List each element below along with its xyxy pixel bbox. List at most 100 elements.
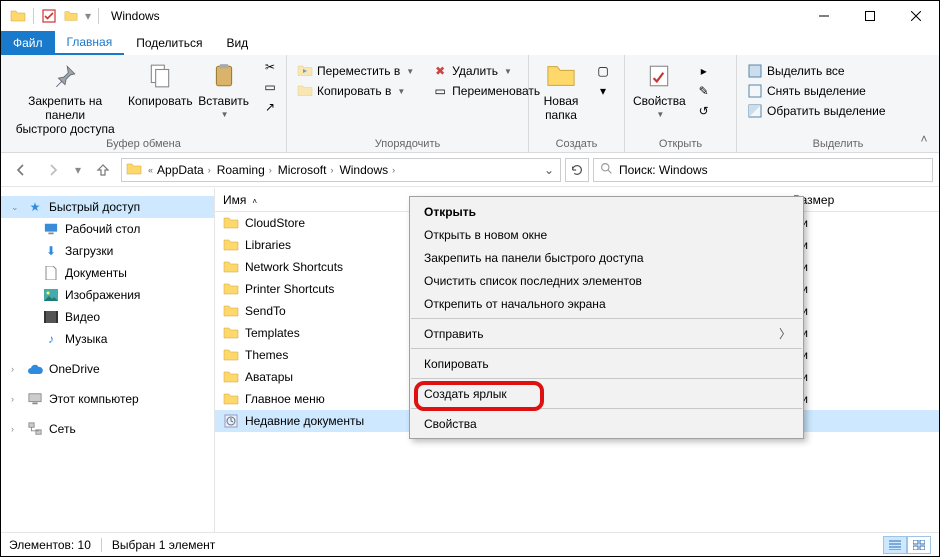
nav-documents[interactable]: Документы — [1, 262, 214, 284]
recent-dropdown[interactable]: ▾ — [71, 156, 85, 184]
rename-button: ▭Переименовать — [428, 82, 544, 100]
paste-icon — [208, 60, 240, 92]
download-icon: ⬇ — [43, 243, 59, 259]
new-item-button: ▢ — [591, 62, 615, 80]
nav-thispc[interactable]: ›Этот компьютер — [1, 388, 214, 410]
crumb-3[interactable]: Windows› — [337, 163, 397, 177]
refresh-button[interactable] — [565, 158, 589, 182]
easy-access-button: ▾ — [591, 82, 615, 100]
paste-button[interactable]: Вставить ▼ — [195, 58, 252, 122]
close-button[interactable] — [893, 1, 939, 31]
pin-icon — [49, 60, 81, 92]
ctx-pin-quick[interactable]: Закрепить на панели быстрого доступа — [410, 246, 803, 269]
folder-icon — [7, 5, 29, 27]
delete-icon: ✖ — [432, 63, 448, 79]
tab-file[interactable]: Файл — [1, 31, 55, 55]
up-button[interactable] — [89, 156, 117, 184]
minimize-button[interactable] — [801, 1, 847, 31]
crumb-0[interactable]: AppData› — [155, 163, 213, 177]
nav-downloads[interactable]: ⬇Загрузки — [1, 240, 214, 262]
nav-network[interactable]: ›Сеть — [1, 418, 214, 440]
ribbon-group-select: Выделить все Снять выделение Обратить вы… — [737, 55, 939, 152]
select-none-button[interactable]: Снять выделение — [743, 82, 890, 100]
paste-shortcut-button: ↗ — [258, 98, 282, 116]
status-bar: Элементов: 10 Выбран 1 элемент — [1, 532, 939, 556]
forward-button[interactable] — [39, 156, 67, 184]
copyto-icon — [297, 83, 313, 99]
view-large-button[interactable] — [907, 536, 931, 554]
crumb-1[interactable]: Roaming› — [215, 163, 274, 177]
pc-icon — [27, 391, 43, 407]
checkbox-icon[interactable] — [38, 5, 60, 27]
menu-bar: Файл Главная Поделиться Вид — [1, 31, 939, 55]
new-folder-button[interactable]: Новая папка — [533, 58, 589, 122]
search-icon — [600, 162, 613, 178]
copy-button[interactable]: Копировать — [125, 58, 195, 108]
folder-icon — [126, 161, 144, 179]
nav-pictures[interactable]: Изображения — [1, 284, 214, 306]
qat-dropdown-icon[interactable]: ▾ — [82, 5, 94, 27]
copy-to-button: Копировать в▼ — [293, 82, 418, 100]
ribbon-group-open: Свойства▼ ▸ ✎ ↺ Открыть — [625, 55, 737, 152]
shortcut-icon: ↗ — [262, 99, 278, 115]
ctx-create-shortcut[interactable]: Создать ярлык — [410, 382, 803, 405]
pin-to-quick-access-button[interactable]: Закрепить на панели быстрого доступа — [5, 58, 125, 136]
pictures-icon — [43, 287, 59, 303]
copy-label: Копировать — [128, 94, 193, 108]
new-folder-icon — [545, 60, 577, 92]
nav-quick-access[interactable]: ⌄★Быстрый доступ — [1, 196, 214, 218]
ctx-unpin-start[interactable]: Открепить от начального экрана — [410, 292, 803, 315]
rename-icon: ▭ — [432, 83, 448, 99]
ctx-open[interactable]: Открыть — [410, 200, 803, 223]
ribbon: Закрепить на панели быстрого доступа Коп… — [1, 55, 939, 153]
music-icon: ♪ — [43, 331, 59, 347]
edit-button: ✎ — [692, 82, 716, 100]
move-to-button: Переместить в▼ — [293, 62, 418, 80]
path-icon: ▭ — [262, 79, 278, 95]
status-count: Элементов: 10 — [9, 538, 91, 552]
properties-icon — [643, 60, 675, 92]
desktop-icon — [43, 221, 59, 237]
view-details-button[interactable] — [883, 536, 907, 554]
properties-button[interactable]: Свойства▼ — [629, 58, 690, 122]
back-button[interactable] — [7, 156, 35, 184]
ctx-properties[interactable]: Свойства — [410, 412, 803, 435]
invert-selection-button[interactable]: Обратить выделение — [743, 102, 890, 120]
ribbon-group-clipboard: Закрепить на панели быстрого доступа Коп… — [1, 55, 287, 152]
ribbon-group-organize: Переместить в▼ Копировать в▼ ✖Удалить▼ ▭… — [287, 55, 529, 152]
tab-home[interactable]: Главная — [55, 31, 125, 55]
nav-videos[interactable]: Видео — [1, 306, 214, 328]
crumb-2[interactable]: Microsoft› — [276, 163, 336, 177]
folder-small-icon[interactable] — [60, 5, 82, 27]
quick-access-toolbar: ▾ — [7, 5, 103, 27]
address-bar[interactable]: « AppData› Roaming› Microsoft› Windows› … — [121, 158, 561, 182]
nav-onedrive[interactable]: ›OneDrive — [1, 358, 214, 380]
invert-icon — [747, 103, 763, 119]
delete-button: ✖Удалить▼ — [428, 62, 544, 80]
window-title: Windows — [111, 9, 160, 23]
open-button: ▸ — [692, 62, 716, 80]
context-menu: Открыть Открыть в новом окне Закрепить н… — [409, 196, 804, 439]
group-title: Буфер обмена — [5, 136, 282, 152]
search-placeholder: Поиск: Windows — [619, 163, 708, 177]
video-icon — [43, 309, 59, 325]
title-bar: ▾ Windows — [1, 1, 939, 31]
nav-desktop[interactable]: Рабочий стол — [1, 218, 214, 240]
cloud-icon — [27, 361, 43, 377]
tab-view[interactable]: Вид — [214, 31, 260, 55]
tab-share[interactable]: Поделиться — [124, 31, 214, 55]
ctx-open-new[interactable]: Открыть в новом окне — [410, 223, 803, 246]
ctx-copy[interactable]: Копировать — [410, 352, 803, 375]
search-box[interactable]: Поиск: Windows — [593, 158, 933, 182]
nav-music[interactable]: ♪Музыка — [1, 328, 214, 350]
ctx-send-to[interactable]: Отправить〉 — [410, 322, 803, 345]
ctx-clear-recent[interactable]: Очистить список последних элементов — [410, 269, 803, 292]
select-none-icon — [747, 83, 763, 99]
history-button: ↺ — [692, 102, 716, 120]
pin-label: Закрепить на панели быстрого доступа — [9, 94, 121, 136]
select-all-button[interactable]: Выделить все — [743, 62, 890, 80]
collapse-ribbon-button[interactable]: ˄ — [915, 130, 933, 148]
address-history-dropdown[interactable]: ⌄ — [540, 163, 558, 177]
ribbon-group-create: Новая папка ▢ ▾ Создать — [529, 55, 625, 152]
maximize-button[interactable] — [847, 1, 893, 31]
